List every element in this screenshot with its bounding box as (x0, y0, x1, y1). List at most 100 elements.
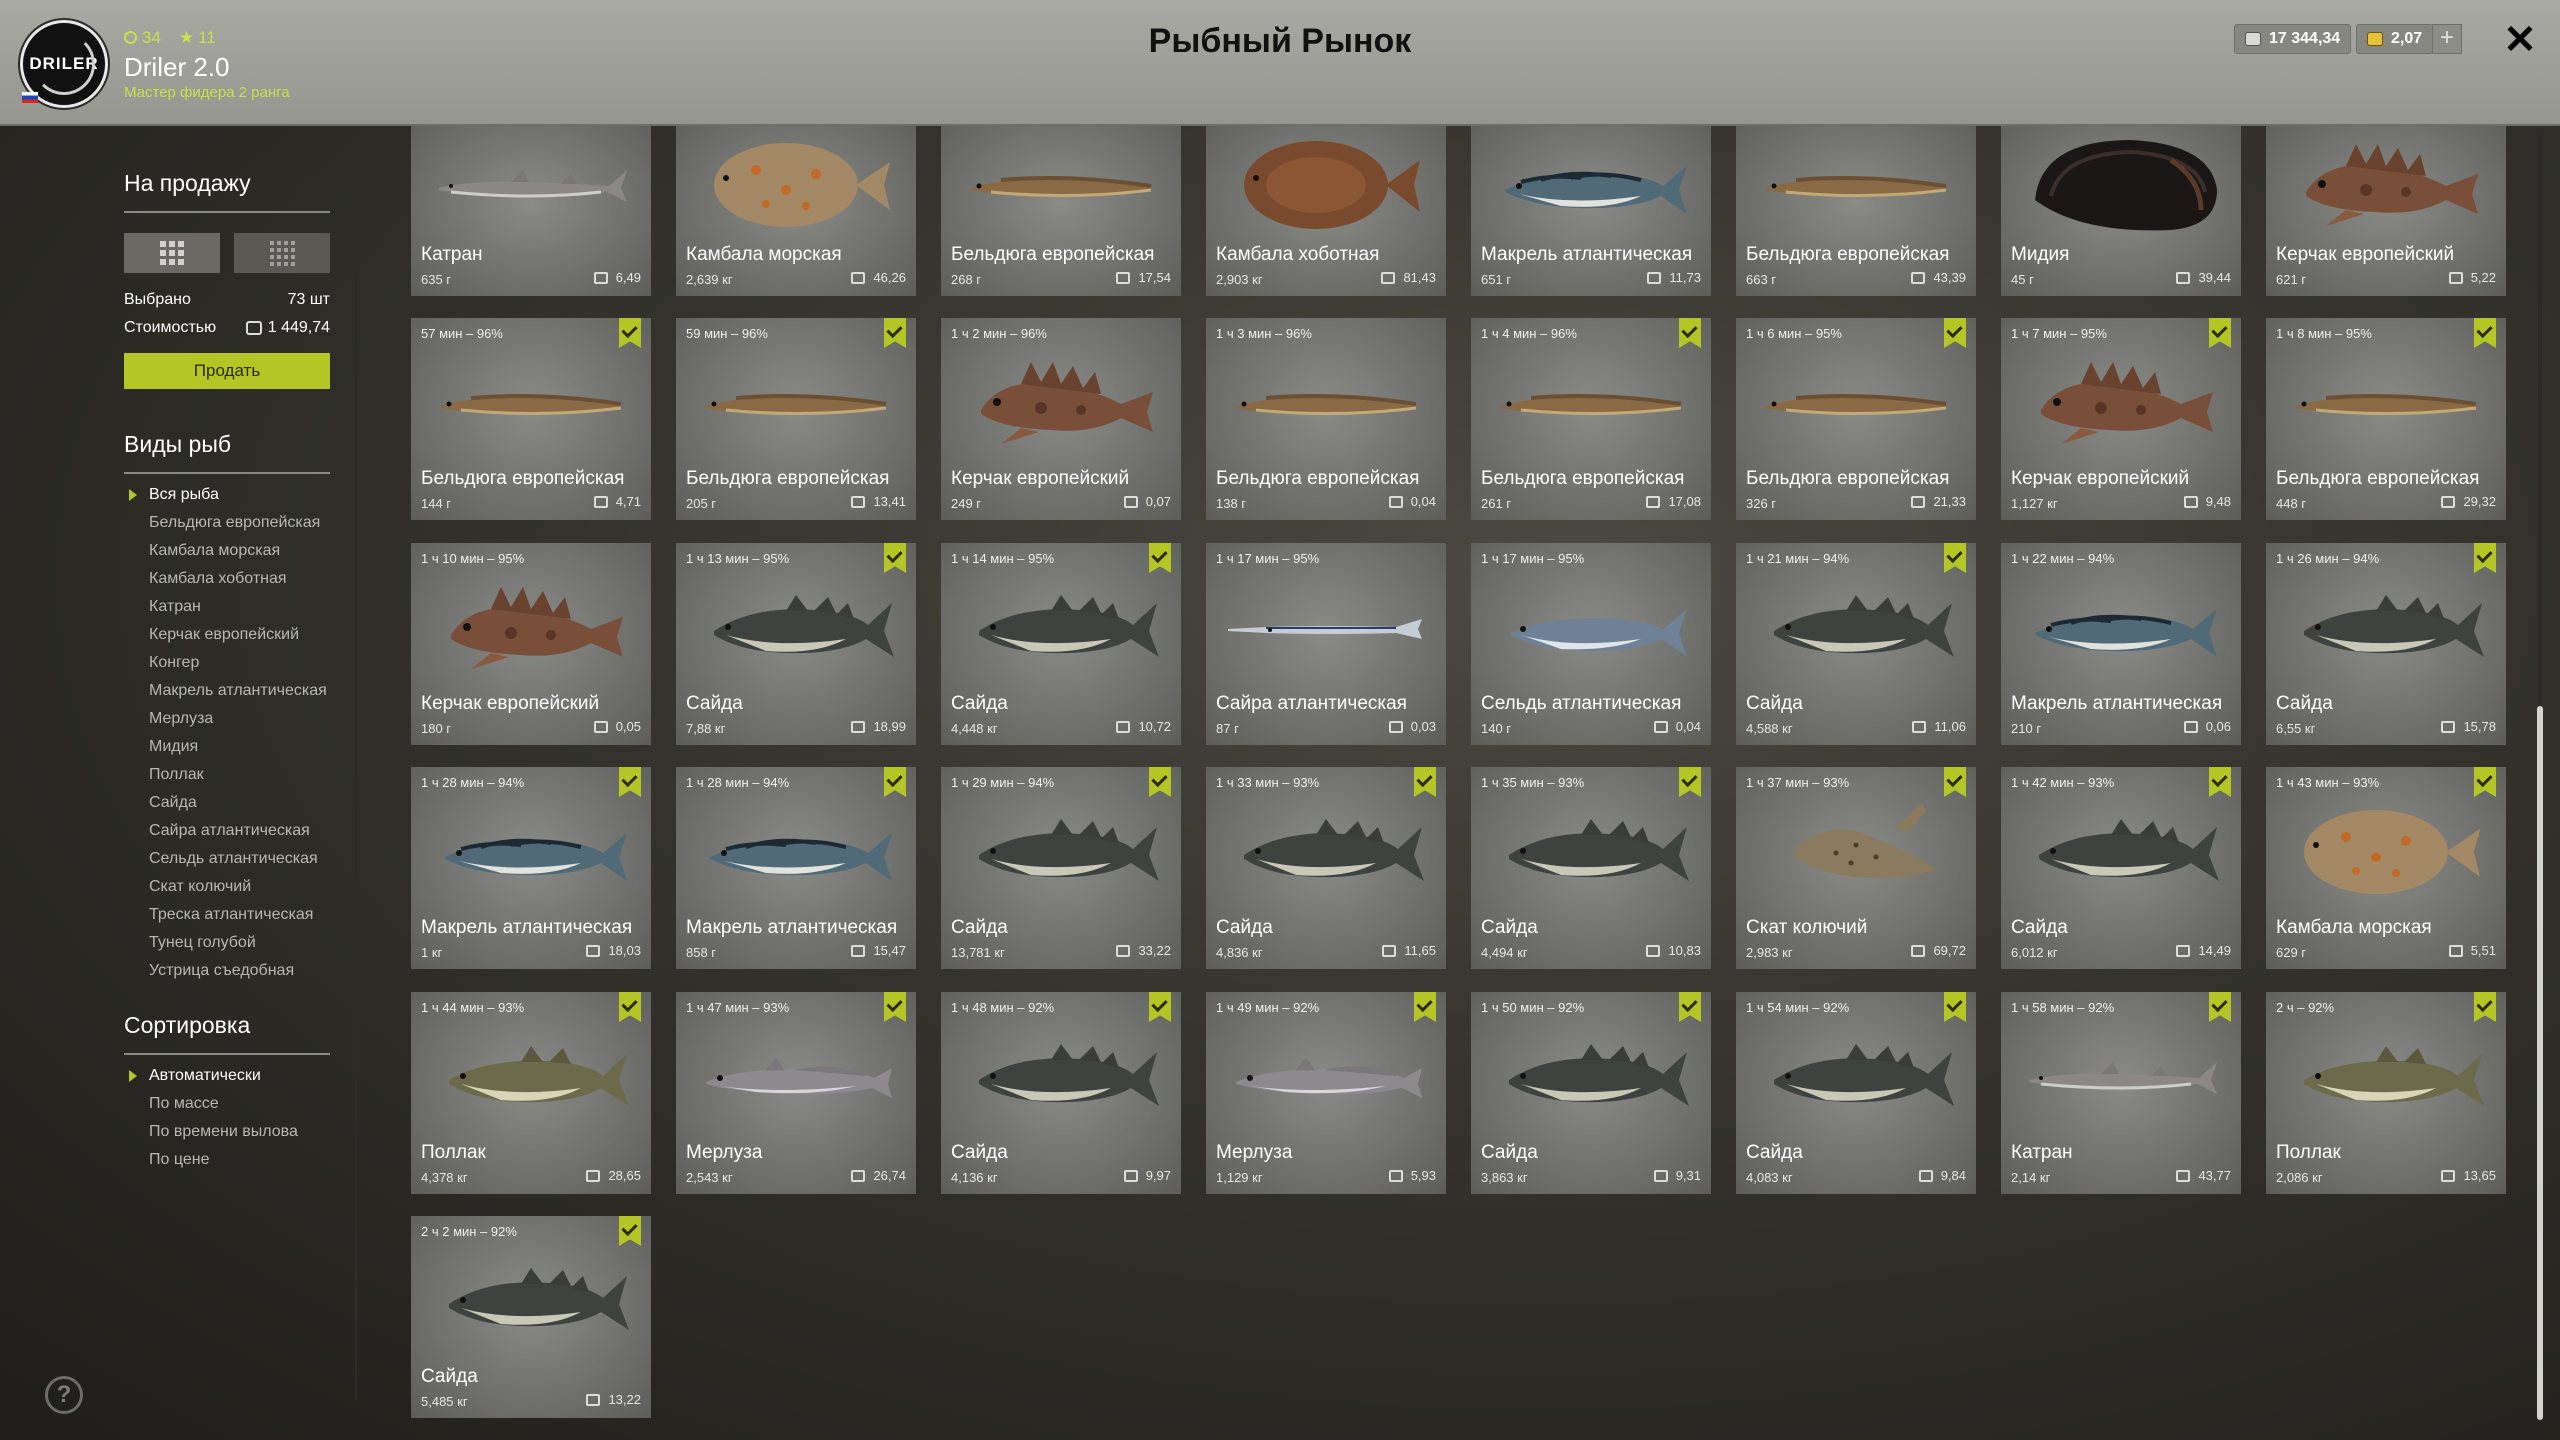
fish-image (961, 797, 1161, 907)
catch-time-freshness: 1 ч 37 мин – 93% (1746, 775, 1850, 790)
fish-card[interactable]: 1 ч 26 мин – 94% Сайда 6,55 кг 15,78 (2266, 543, 2506, 745)
catch-time-freshness: 1 ч 42 мин – 93% (2011, 775, 2115, 790)
selected-check-icon[interactable] (1149, 767, 1171, 797)
scrollbar-thumb[interactable] (2537, 706, 2543, 1420)
silver-coin-icon (851, 720, 866, 733)
fish-card[interactable]: 1 ч 14 мин – 95% Сайда 4,448 кг 10,72 (941, 543, 1181, 745)
fish-card[interactable]: 1 ч 47 мин – 93% Мерлуза 2,543 кг 26,74 (676, 992, 916, 1194)
fish-name: Сайда (1216, 917, 1273, 938)
catch-time-freshness: 1 ч 50 мин – 92% (1481, 1000, 1585, 1015)
fish-card[interactable]: 1 ч 22 мин – 94% Макрель атлантическая 210… (2001, 543, 2241, 745)
fish-card[interactable]: 1 ч 6 мин – 95% Бельдюга европейская 326 г… (1736, 318, 1976, 520)
selected-check-icon[interactable] (884, 767, 906, 797)
silver-coin-icon (1116, 720, 1131, 733)
fish-price: 0,07 (1123, 494, 1171, 509)
fish-weight: 140 г (1481, 721, 1512, 736)
selected-check-icon[interactable] (619, 1216, 641, 1246)
fish-grid: Катран 635 г 6,49 Камбала морская 2,639 кг 46… (0, 0, 2560, 1440)
selected-check-icon[interactable] (619, 318, 641, 348)
fish-card[interactable]: 1 ч 3 мин – 96% Бельдюга европейская 138 г… (1206, 318, 1446, 520)
fish-card[interactable]: 1 ч 17 мин – 95% Сельдь атлантическая 140 … (1471, 543, 1711, 745)
fish-card[interactable]: 1 ч 10 мин – 95% Керчак европейский 180 г 0… (411, 543, 651, 745)
selected-check-icon[interactable] (619, 992, 641, 1022)
fish-card[interactable]: Мидия 45 г 39,44 (2001, 126, 2241, 296)
fish-card[interactable]: 1 ч 35 мин – 93% Сайда 4,494 кг 10,83 (1471, 767, 1711, 969)
fish-card[interactable]: 1 ч 13 мин – 95% Сайда 7,88 кг 18,99 (676, 543, 916, 745)
fish-image (2286, 573, 2486, 683)
fish-name: Сайра атлантическая (1216, 693, 1407, 714)
fish-image (431, 348, 631, 458)
fish-card[interactable]: Керчак европейский 621 г 5,22 (2266, 126, 2506, 296)
selected-check-icon[interactable] (1149, 543, 1171, 573)
selected-check-icon[interactable] (1679, 992, 1701, 1022)
selected-check-icon[interactable] (884, 318, 906, 348)
fish-card[interactable]: 1 ч 54 мин – 92% Сайда 4,083 кг 9,84 (1736, 992, 1976, 1194)
selected-check-icon[interactable] (2209, 992, 2231, 1022)
fish-image (2286, 348, 2486, 458)
fish-image (431, 1022, 631, 1132)
fish-card[interactable]: 1 ч 50 мин – 92% Сайда 3,863 кг 9,31 (1471, 992, 1711, 1194)
fish-card[interactable]: 1 ч 49 мин – 92% Мерлуза 1,129 кг 5,93 (1206, 992, 1446, 1194)
selected-check-icon[interactable] (1414, 992, 1436, 1022)
fish-name: Мерлуза (1216, 1142, 1293, 1163)
selected-check-icon[interactable] (1679, 318, 1701, 348)
fish-card[interactable]: 1 ч 4 мин – 96% Бельдюга европейская 261 г… (1471, 318, 1711, 520)
fish-card[interactable]: Камбала морская 2,639 кг 46,26 (676, 126, 916, 296)
silver-coin-icon (2176, 944, 2191, 957)
fish-card[interactable]: Макрель атлантическая 651 г 11,73 (1471, 126, 1711, 296)
selected-check-icon[interactable] (1679, 767, 1701, 797)
fish-card[interactable]: 57 мин – 96% Бельдюга европейская 144 г 4,7… (411, 318, 651, 520)
fish-card[interactable]: 1 ч 17 мин – 95% Сайра атлантическая 87 г 0… (1206, 543, 1446, 745)
fish-weight: 2,14 кг (2011, 1170, 2051, 1185)
fish-card[interactable]: 1 ч 29 мин – 94% Сайда 13,781 кг 33,22 (941, 767, 1181, 969)
fish-image (431, 797, 631, 907)
selected-check-icon[interactable] (884, 992, 906, 1022)
fish-card[interactable]: 1 ч 21 мин – 94% Сайда 4,588 кг 11,06 (1736, 543, 1976, 745)
fish-card[interactable]: 59 мин – 96% Бельдюга европейская 205 г 13,… (676, 318, 916, 520)
selected-check-icon[interactable] (1944, 992, 1966, 1022)
fish-card[interactable]: 1 ч 48 мин – 92% Сайда 4,136 кг 9,97 (941, 992, 1181, 1194)
selected-check-icon[interactable] (1149, 992, 1171, 1022)
fish-card[interactable]: 1 ч 44 мин – 93% Поллак 4,378 кг 28,65 (411, 992, 651, 1194)
fish-card[interactable]: 1 ч 33 мин – 93% Сайда 4,836 кг 11,65 (1206, 767, 1446, 969)
selected-check-icon[interactable] (2209, 767, 2231, 797)
fish-card[interactable]: 1 ч 28 мин – 94% Макрель атлантическая 858… (676, 767, 916, 969)
fish-card[interactable]: 1 ч 43 мин – 93% Камбала морская 629 г 5,51 (2266, 767, 2506, 969)
fish-card[interactable]: 2 ч – 92% Поллак 2,086 кг 13,65 (2266, 992, 2506, 1194)
silver-coin-icon (586, 944, 601, 957)
fish-card[interactable]: Катран 635 г 6,49 (411, 126, 651, 296)
fish-card[interactable]: 1 ч 58 мин – 92% Катран 2,14 кг 43,77 (2001, 992, 2241, 1194)
silver-coin-icon (593, 720, 608, 733)
selected-check-icon[interactable] (2209, 318, 2231, 348)
fish-weight: 138 г (1216, 496, 1247, 511)
fish-image (1226, 348, 1426, 458)
silver-coin-icon (851, 271, 866, 284)
selected-check-icon[interactable] (1944, 543, 1966, 573)
fish-card[interactable]: 2 ч 2 мин – 92% Сайда 5,485 кг 13,22 (411, 1216, 651, 1418)
catch-time-freshness: 57 мин – 96% (421, 326, 503, 341)
fish-price: 6,49 (593, 270, 641, 285)
selected-check-icon[interactable] (884, 543, 906, 573)
fish-image (1756, 348, 1956, 458)
fish-price: 81,43 (1381, 270, 1436, 285)
fish-card[interactable]: Бельдюга европейская 268 г 17,54 (941, 126, 1181, 296)
fish-card[interactable]: Камбала хоботная 2,903 кг 81,43 (1206, 126, 1446, 296)
fish-card[interactable]: 1 ч 28 мин – 94% Макрель атлантическая 1 к… (411, 767, 651, 969)
selected-check-icon[interactable] (619, 767, 641, 797)
selected-check-icon[interactable] (2474, 767, 2496, 797)
fish-price: 10,83 (1646, 943, 1701, 958)
selected-check-icon[interactable] (1414, 767, 1436, 797)
fish-card[interactable]: 1 ч 8 мин – 95% Бельдюга европейская 448 г… (2266, 318, 2506, 520)
fish-card[interactable]: 1 ч 42 мин – 93% Сайда 6,012 кг 14,49 (2001, 767, 2241, 969)
fish-card[interactable]: 1 ч 37 мин – 93% Скат колючий 2,983 кг 69,7… (1736, 767, 1976, 969)
fish-card[interactable]: Бельдюга европейская 663 г 43,39 (1736, 126, 1976, 296)
fish-name: Сайда (1481, 917, 1538, 938)
selected-check-icon[interactable] (1944, 767, 1966, 797)
selected-check-icon[interactable] (2474, 543, 2496, 573)
fish-weight: 3,863 кг (1481, 1170, 1528, 1185)
fish-card[interactable]: 1 ч 7 мин – 95% Керчак европейский 1,127 к… (2001, 318, 2241, 520)
selected-check-icon[interactable] (2474, 318, 2496, 348)
selected-check-icon[interactable] (2474, 992, 2496, 1022)
fish-card[interactable]: 1 ч 2 мин – 96% Керчак европейский 249 г 0,… (941, 318, 1181, 520)
selected-check-icon[interactable] (1944, 318, 1966, 348)
